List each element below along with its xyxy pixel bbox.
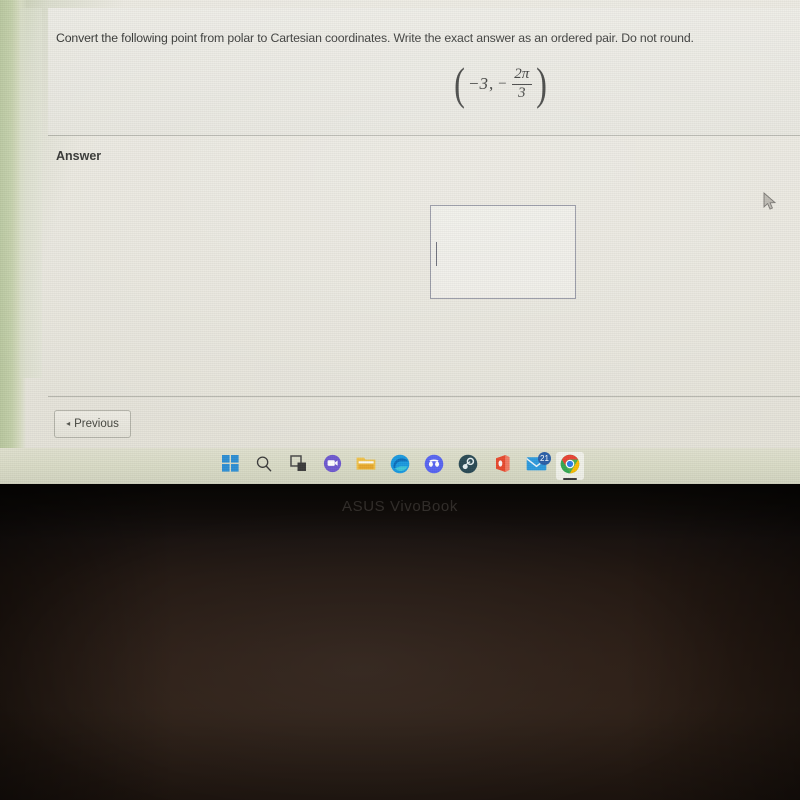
open-paren: ( [454,58,465,109]
fraction-numerator: 2π [514,66,530,83]
windows-taskbar: 21 [0,448,800,484]
previous-button-label: Previous [74,418,119,430]
taskbar-item-discord[interactable] [420,452,448,480]
screenshot-root: Convert the following point from polar t… [0,0,800,800]
taskbar-item-start[interactable] [216,452,244,480]
previous-button[interactable]: ◂ Previous [54,410,131,438]
taskbar-item-search[interactable] [250,452,278,480]
windows-start-icon [221,455,239,477]
answer-input[interactable] [430,205,576,299]
laptop-body: ASUS VivoBook [0,484,800,800]
taskbar-item-mail[interactable]: 21 [522,452,551,480]
mouse-pointer-icon [763,192,777,216]
taskbar-item-task-view[interactable] [284,452,312,480]
taskbar-item-edge[interactable] [386,452,414,480]
microsoft-edge-icon [390,454,410,479]
close-paren: ) [535,58,547,109]
mail-unread-badge: 21 [538,452,551,465]
page-scroll-strip[interactable] [20,8,42,378]
discord-icon [424,454,444,479]
steam-icon [458,454,478,479]
file-explorer-icon [356,455,376,477]
radius-value: −3 [468,74,488,93]
left-triangle-icon: ◂ [66,419,71,428]
answer-label: Answer [56,149,102,163]
fraction-denominator: 3 [517,84,526,101]
section-divider-top [48,135,800,136]
theta-fraction: 2π 3 [510,66,534,101]
laptop-screen: Convert the following point from polar t… [0,0,800,484]
taskbar-item-chat[interactable] [318,452,346,480]
taskbar-item-steam[interactable] [454,452,482,480]
search-icon [255,455,273,478]
laptop-brand-label: ASUS VivoBook [342,498,458,515]
question-block: Convert the following point from polar t… [48,8,800,135]
taskbar-item-chrome[interactable] [556,452,584,480]
question-text: Convert the following point from polar t… [56,31,694,45]
browser-page: Convert the following point from polar t… [22,0,800,448]
teams-chat-icon [323,454,342,478]
section-divider-bottom [48,396,800,397]
theta-sign: − [498,75,507,92]
taskbar-item-office[interactable] [488,452,516,480]
polar-coordinate-expression: ( −3 , − 2π 3 ) [452,58,549,110]
taskbar-item-file-explorer[interactable] [352,452,380,480]
microsoft-office-icon [494,454,511,478]
expression-comma: , [488,74,494,93]
text-caret [436,242,438,266]
task-view-icon [289,455,307,477]
google-chrome-icon [560,454,580,479]
